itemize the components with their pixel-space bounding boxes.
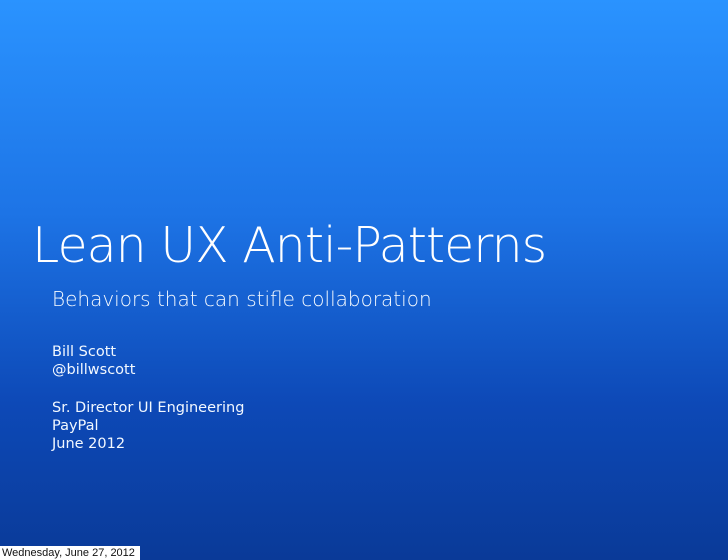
presentation-slide: Lean UX Anti-Patterns Behaviors that can… bbox=[0, 0, 728, 560]
company-name: PayPal bbox=[52, 418, 99, 434]
date-stamp: Wednesday, June 27, 2012 bbox=[0, 546, 140, 560]
presentation-date: June 2012 bbox=[52, 436, 126, 452]
presentation-details: Sr. Director UI Engineering PayPal June … bbox=[52, 399, 244, 453]
author-name: Bill Scott bbox=[52, 344, 117, 360]
slide-subtitle: Behaviors that can stifle collaboration bbox=[52, 287, 432, 311]
slide-title: Lean UX Anti-Patterns bbox=[32, 217, 547, 274]
author-info: Bill Scott @billwscott bbox=[52, 343, 135, 379]
author-role: Sr. Director UI Engineering bbox=[52, 400, 245, 416]
author-handle: @billwscott bbox=[52, 362, 136, 378]
